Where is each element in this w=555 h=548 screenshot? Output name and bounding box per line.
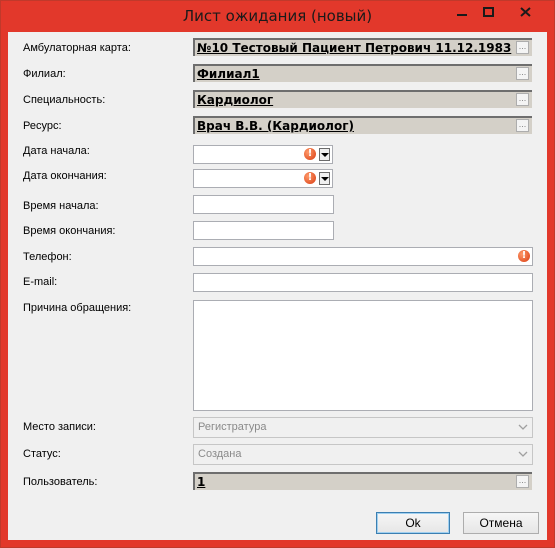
branch-browse-button[interactable]: ...	[516, 67, 529, 80]
card-value: №10 Тестовый Пациент Петрович 11.12.1983	[197, 41, 512, 55]
dropdown-arrow-icon[interactable]	[319, 148, 330, 161]
place-label: Место записи:	[23, 421, 96, 433]
resource-value: Врач В.В. (Кардиолог)	[197, 119, 354, 133]
specialty-value: Кардиолог	[197, 93, 274, 107]
date-start-input[interactable]: !	[193, 145, 333, 164]
error-icon: !	[518, 250, 530, 262]
dropdown-arrow-icon[interactable]	[319, 172, 330, 185]
resource-label: Ресурс:	[23, 120, 62, 132]
phone-input[interactable]: !	[193, 247, 533, 266]
card-label: Амбулаторная карта:	[23, 42, 131, 54]
card-field[interactable]: №10 Тестовый Пациент Петрович 11.12.1983…	[193, 38, 532, 56]
close-icon	[520, 7, 531, 17]
phone-label: Телефон:	[23, 251, 72, 263]
status-label: Статус:	[23, 448, 61, 460]
reason-textarea[interactable]	[193, 300, 533, 411]
status-select[interactable]: Создана	[193, 444, 533, 465]
branch-field[interactable]: Филиал1 ...	[193, 64, 532, 82]
error-icon: !	[304, 148, 316, 160]
time-end-input[interactable]	[193, 221, 334, 240]
error-icon: !	[304, 172, 316, 184]
specialty-field[interactable]: Кардиолог ...	[193, 90, 532, 108]
time-start-label: Время начала:	[23, 200, 99, 212]
minimize-icon	[456, 14, 467, 16]
reason-label: Причина обращения:	[23, 302, 132, 314]
close-button[interactable]	[502, 1, 549, 23]
email-input[interactable]	[193, 273, 533, 292]
user-value: 1	[197, 475, 206, 489]
date-end-label: Дата окончания:	[23, 170, 107, 182]
specialty-label: Специальность:	[23, 94, 106, 106]
maximize-icon	[483, 7, 494, 17]
resource-field[interactable]: Врач В.В. (Кардиолог) ...	[193, 116, 532, 134]
dialog-window: Лист ожидания (новый) Амбулаторная карта…	[0, 0, 555, 548]
maximize-button[interactable]	[475, 1, 502, 23]
email-label: E-mail:	[23, 276, 58, 288]
chevron-down-icon	[518, 424, 528, 430]
ok-button[interactable]: Ok	[376, 512, 450, 534]
place-select[interactable]: Регистратура	[193, 417, 533, 438]
branch-value: Филиал1	[197, 67, 260, 81]
chevron-down-icon	[518, 451, 528, 457]
user-field[interactable]: 1 ...	[193, 472, 532, 490]
user-browse-button[interactable]: ...	[516, 475, 529, 488]
card-browse-button[interactable]: ...	[516, 41, 529, 54]
time-start-input[interactable]	[193, 195, 334, 214]
branch-label: Филиал:	[23, 68, 66, 80]
cancel-button[interactable]: Отмена	[463, 512, 539, 534]
time-end-label: Время окончания:	[23, 225, 116, 237]
minimize-button[interactable]	[448, 1, 475, 23]
date-end-input[interactable]: !	[193, 169, 333, 188]
title-bar[interactable]: Лист ожидания (новый)	[1, 1, 554, 33]
resource-browse-button[interactable]: ...	[516, 119, 529, 132]
status-value: Создана	[198, 448, 242, 460]
date-start-label: Дата начала:	[23, 145, 90, 157]
dialog-body: Амбулаторная карта: №10 Тестовый Пациент…	[8, 32, 547, 540]
user-label: Пользователь:	[23, 476, 98, 488]
place-value: Регистратура	[198, 421, 267, 433]
specialty-browse-button[interactable]: ...	[516, 93, 529, 106]
